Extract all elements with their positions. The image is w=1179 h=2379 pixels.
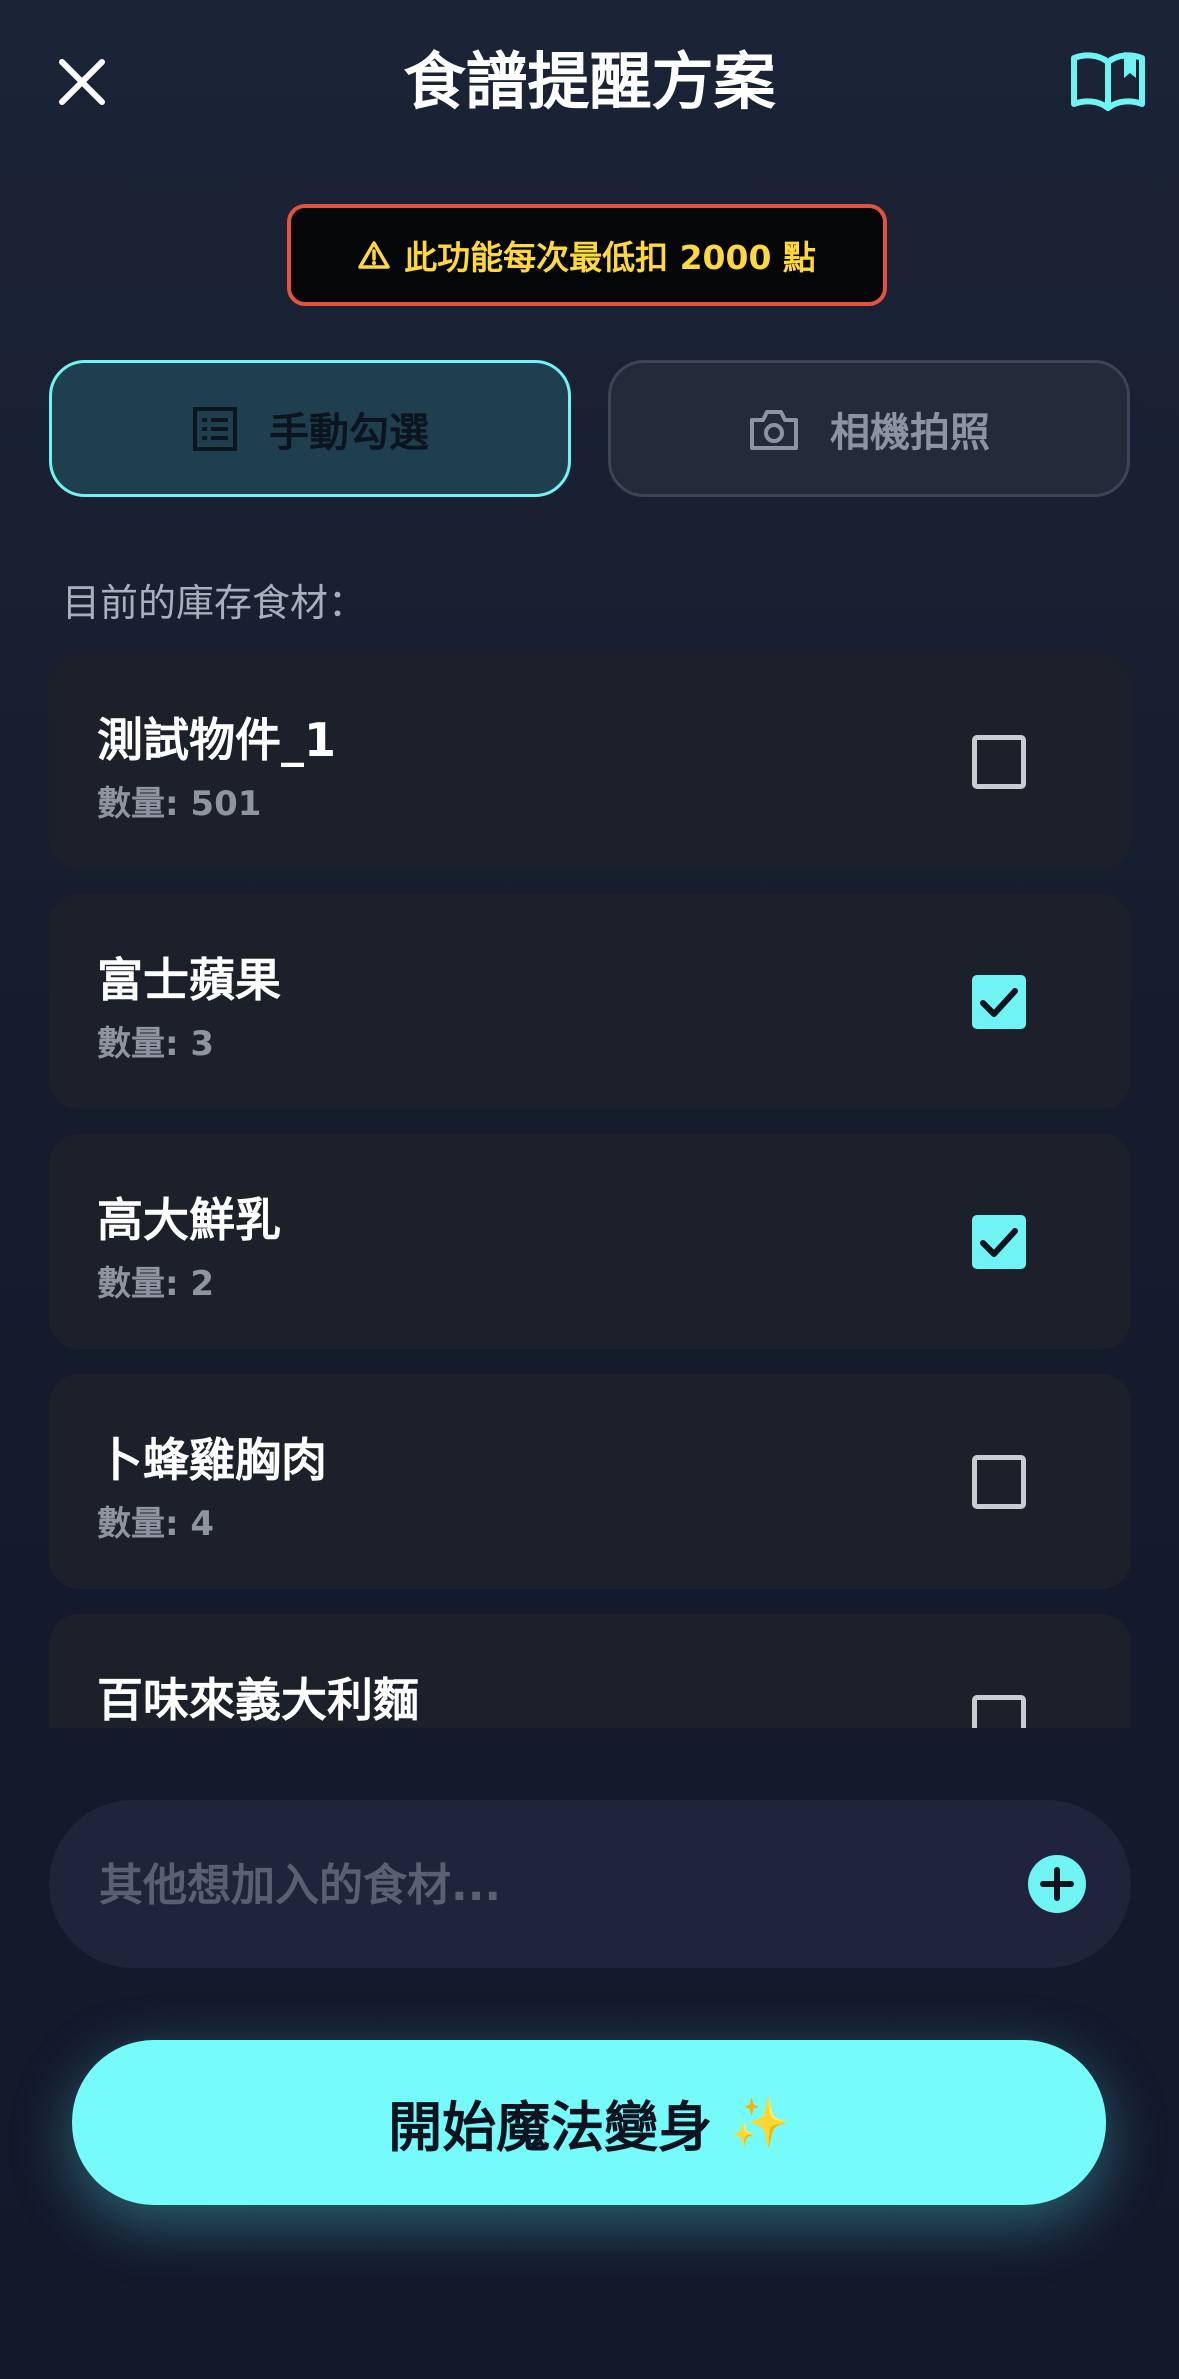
warning-icon [358,241,390,269]
cost-warning-banner: 此功能每次最低扣 2000 點 [287,204,887,306]
start-magic-button[interactable]: 開始魔法變身 ✨ [72,2040,1106,2205]
item-name: 測試物件_1 [97,713,337,767]
item-quantity: 數量: 501 [97,784,262,824]
plus-icon [1040,1867,1074,1901]
inventory-label: 目前的庫存食材： [62,581,367,625]
list-item: 百味來義大利麵 [49,1614,1131,1728]
item-quantity: 數量: 3 [97,1024,215,1064]
item-name: 百味來義大利麵 [97,1673,419,1727]
list-item: 富士蘋果 數量: 3 [49,894,1131,1109]
list-item: 高大鮮乳 數量: 2 [49,1134,1131,1349]
item-name: 卜蜂雞胸肉 [97,1433,327,1487]
open-book-icon [1071,52,1145,111]
tab-camera-label: 相機拍照 [830,409,990,456]
inventory-list[interactable]: 測試物件_1 數量: 501 富士蘋果 數量: 3 高大鮮乳 數量: 2 卜蜂雞… [49,654,1131,1728]
warning-text: 此功能每次最低扣 2000 點 [404,238,816,277]
list-item: 卜蜂雞胸肉 數量: 4 [49,1374,1131,1589]
item-name: 高大鮮乳 [97,1193,281,1247]
page-title: 食譜提醒方案 [403,45,776,118]
item-quantity: 數量: 4 [97,1504,215,1544]
item-checkbox[interactable] [972,1455,1026,1509]
add-ingredient-button[interactable] [1028,1855,1086,1913]
item-checkbox[interactable] [972,1215,1026,1269]
tab-manual-label: 手動勾選 [269,409,429,456]
item-checkbox[interactable] [972,975,1026,1029]
item-checkbox[interactable] [972,735,1026,789]
item-quantity: 數量: 2 [97,1264,215,1304]
tab-camera[interactable]: 相機拍照 [608,360,1130,497]
check-icon [980,1228,1018,1257]
list-icon [193,406,237,451]
list-item: 測試物件_1 數量: 501 [49,654,1131,869]
tab-manual-select[interactable]: 手動勾選 [49,360,571,497]
extra-ingredient-input[interactable] [97,1800,1001,1970]
camera-icon [750,409,798,450]
check-icon [980,988,1018,1017]
sparkles-icon: ✨ [730,2095,790,2151]
recipe-book-button[interactable] [1068,48,1148,112]
item-checkbox[interactable] [972,1695,1026,1728]
extra-ingredient-field [49,1800,1131,1970]
item-name: 富士蘋果 [97,953,281,1007]
start-button-label: 開始魔法變身 [388,2096,713,2159]
